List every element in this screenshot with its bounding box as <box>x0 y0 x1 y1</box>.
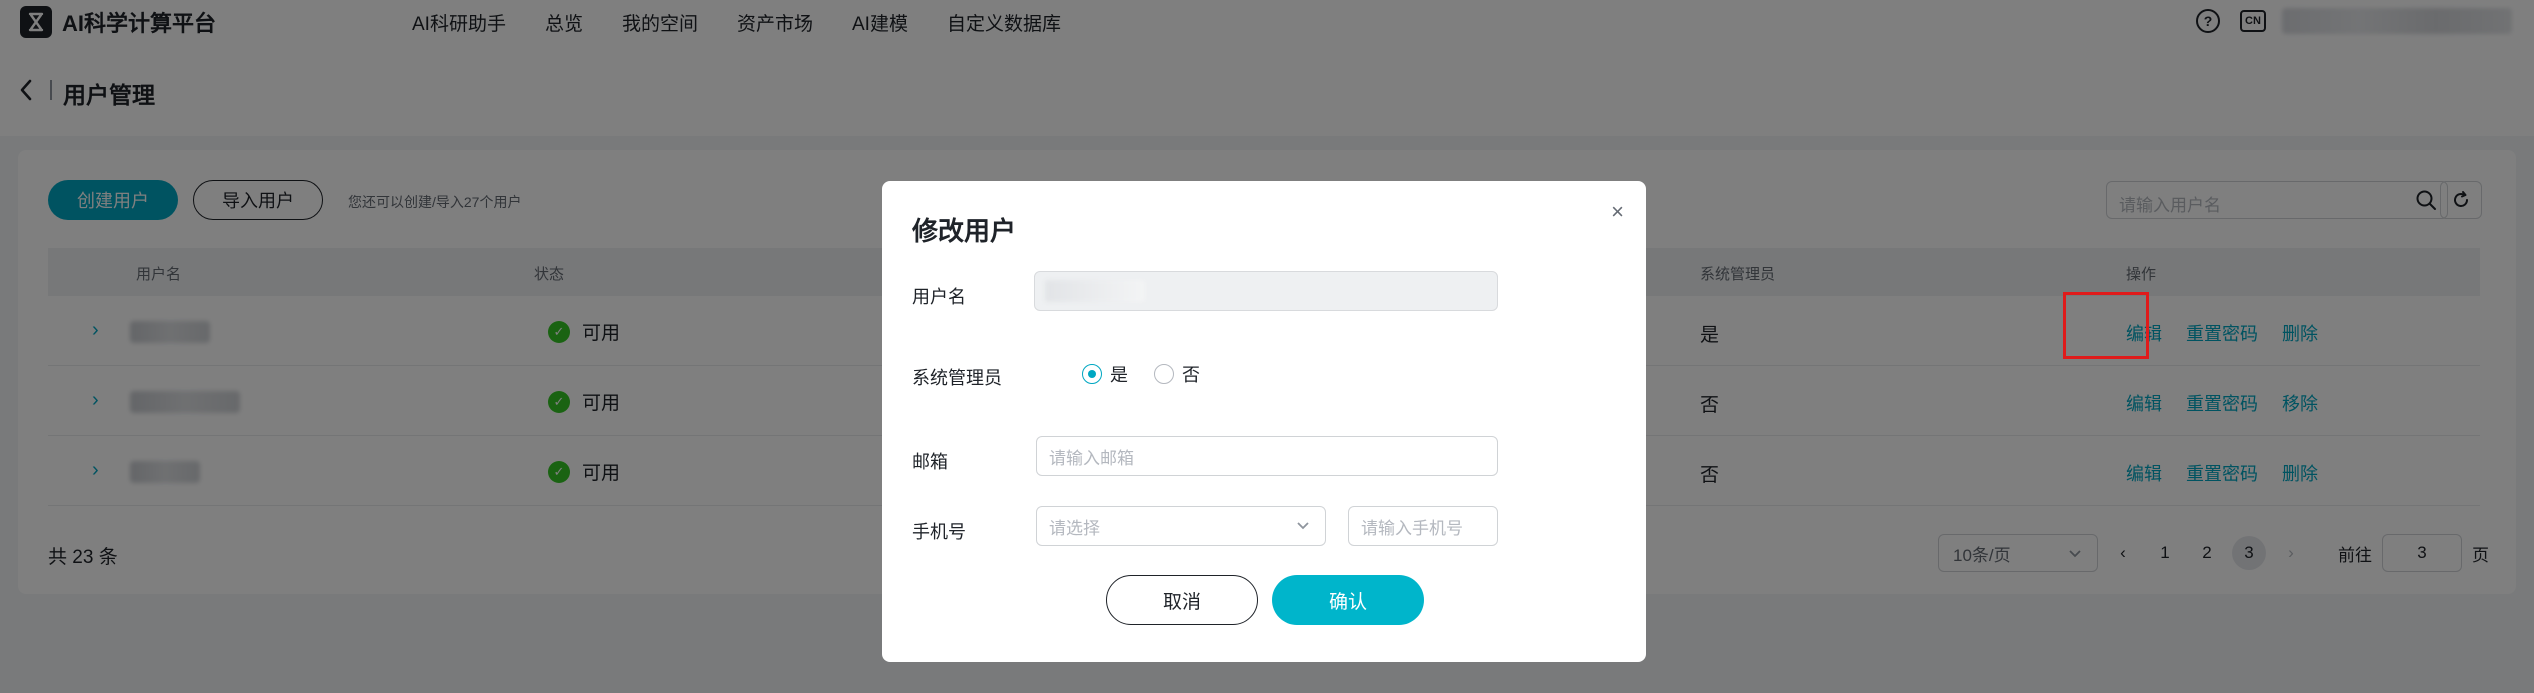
username-label: 用户名 <box>912 287 966 307</box>
phone-label: 手机号 <box>912 522 966 542</box>
phone-field[interactable]: 请输入手机号 <box>1348 506 1498 546</box>
admin-yes-radio[interactable] <box>1082 364 1102 384</box>
close-icon[interactable]: × <box>1611 199 1624 225</box>
confirm-button[interactable]: 确认 <box>1272 575 1424 625</box>
username-value <box>1045 280 1145 302</box>
country-code-placeholder: 请选择 <box>1049 518 1100 538</box>
phone-placeholder: 请输入手机号 <box>1361 518 1463 538</box>
cancel-button[interactable]: 取消 <box>1106 575 1258 625</box>
admin-yes-label: 是 <box>1110 365 1128 385</box>
admin-no-radio[interactable] <box>1154 364 1174 384</box>
username-field <box>1034 271 1498 311</box>
admin-radio-group: 是 否 <box>1082 361 1226 387</box>
edit-user-dialog: 修改用户 × 用户名 系统管理员 是 否 邮箱 请输入邮箱 手机号 请选择 请输… <box>882 181 1646 662</box>
admin-no-label: 否 <box>1182 365 1200 385</box>
email-label: 邮箱 <box>912 452 948 472</box>
chevron-down-icon <box>1297 522 1309 530</box>
admin-label: 系统管理员 <box>912 368 1002 388</box>
dialog-title: 修改用户 <box>912 216 1017 246</box>
email-placeholder: 请输入邮箱 <box>1049 448 1134 468</box>
email-field[interactable]: 请输入邮箱 <box>1036 436 1498 476</box>
highlight-box <box>2063 292 2149 359</box>
country-code-select[interactable]: 请选择 <box>1036 506 1326 546</box>
